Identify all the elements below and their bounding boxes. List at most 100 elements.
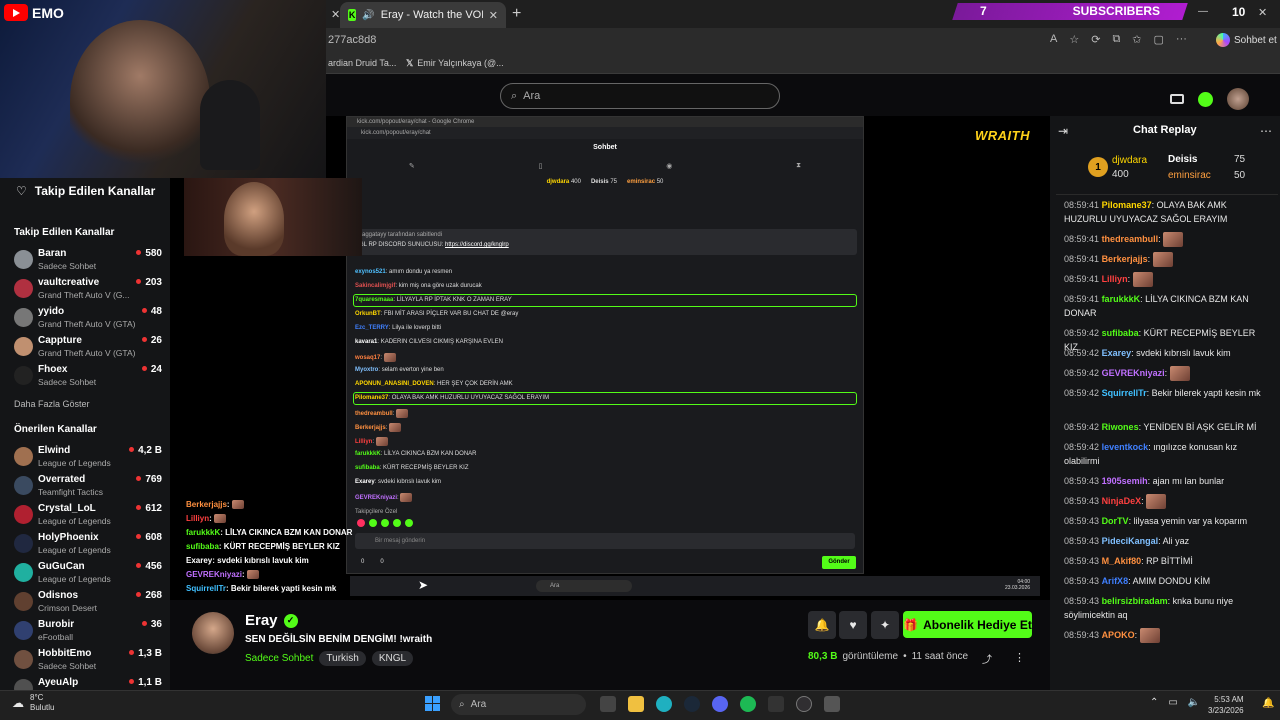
spotify-icon[interactable] <box>740 696 756 712</box>
message-username[interactable]: sufibaba <box>1102 328 1139 338</box>
discord-icon[interactable] <box>712 696 728 712</box>
message-username[interactable]: NinjaDeX <box>1102 496 1142 506</box>
popout-username[interactable]: Sakincalimjgif <box>355 283 395 289</box>
clock[interactable]: 5:53 AM 3/23/2026 <box>1208 694 1244 716</box>
message-username[interactable]: thedreambull <box>1102 234 1159 244</box>
taskbar-search[interactable]: ⌕ Ara <box>451 694 586 715</box>
sidebar-channel[interactable]: Crystal_LoL League of Legends 612 <box>14 503 162 531</box>
pinned-link[interactable]: https://discord.gg/knglrp <box>445 242 509 248</box>
popout-send-button[interactable]: Gönder <box>822 556 856 569</box>
volume-icon[interactable]: 🔈 <box>1188 697 1200 708</box>
sidebar-channel[interactable]: Fhoex Sadece Sohbet 24 <box>14 364 162 392</box>
sidebar-channel[interactable]: Cappture Grand Theft Auto V (GTA) 26 <box>14 335 162 363</box>
obs-icon[interactable] <box>796 696 812 712</box>
start-button[interactable] <box>425 696 440 711</box>
sidebar-channel[interactable]: Overrated Teamfight Tactics 769 <box>14 474 162 502</box>
streamer-avatar[interactable] <box>192 612 234 654</box>
message-username[interactable]: Exarey <box>1102 348 1132 358</box>
search-input[interactable]: ⌕ Ara <box>500 83 780 109</box>
extensions-icon[interactable]: ⧉ <box>1112 33 1120 46</box>
message-username[interactable]: SquirrellTr <box>1102 388 1147 398</box>
streamer-name[interactable]: Eray <box>245 612 278 629</box>
network-icon[interactable]: ▭ <box>1168 697 1177 708</box>
tag-kngl[interactable]: KNGL <box>371 651 414 666</box>
show-more-link[interactable]: Daha Fazla Göster <box>14 399 90 409</box>
popout-username[interactable]: APONUN_ANASINI_DOVEN <box>355 381 434 387</box>
message-username[interactable]: belirsizbiradam <box>1102 596 1168 606</box>
sidebar-channel[interactable]: GuGuCan League of Legends 456 <box>14 561 162 589</box>
emote-5[interactable] <box>405 519 413 527</box>
pin-icon[interactable]: ✎ <box>409 162 415 170</box>
terminal-icon[interactable] <box>768 696 784 712</box>
followed-header[interactable]: ♡ Takip Edilen Kanallar <box>16 184 155 198</box>
popout-message-input[interactable]: Bir mesaj gönderin <box>355 533 855 549</box>
popout-username[interactable]: OrkunBT <box>355 311 381 317</box>
url-text[interactable]: 277ac8d8 <box>328 34 376 46</box>
trash-icon[interactable]: ▯ <box>539 162 543 170</box>
sidebar-channel[interactable]: HolyPhoenix League of Legends 608 <box>14 532 162 560</box>
chat-icon[interactable]: ◉ <box>666 162 672 170</box>
theater-icon[interactable] <box>1170 94 1184 104</box>
emote-1[interactable] <box>357 519 365 527</box>
close-window-icon[interactable]: ✕ <box>1258 6 1267 19</box>
more-menu-icon[interactable]: ··· <box>1176 33 1187 46</box>
close-tab-icon-left[interactable]: ✕ <box>331 8 340 21</box>
bookmark-2[interactable]: 𝕏 Emir Yalçınkaya (@... <box>406 58 504 69</box>
emote-3[interactable] <box>381 519 389 527</box>
message-username[interactable]: GEVREKniyazi <box>1102 368 1165 378</box>
minimize-icon[interactable]: — <box>1198 6 1208 17</box>
tab-eray-vod[interactable]: K 🔊 Eray - Watch the VOD on Kick ✕ <box>340 2 506 28</box>
message-username[interactable]: Pilomane37 <box>1102 200 1152 210</box>
popout-username[interactable]: Pilomane37 <box>355 395 388 401</box>
hourglass-icon[interactable]: ⧗ <box>796 162 801 170</box>
popout-username[interactable]: exynos521 <box>355 269 386 275</box>
message-username[interactable]: Berkerjajjs <box>1102 254 1148 264</box>
bookmark-1[interactable]: ardian Druid Ta... <box>328 58 396 68</box>
emote-2[interactable] <box>369 519 377 527</box>
popout-username[interactable]: Exarey <box>355 479 375 485</box>
share-icon[interactable]: ⤴ <box>982 651 992 666</box>
weather-widget[interactable]: ☁ 8°C Bulutlu <box>12 693 54 713</box>
refresh-icon[interactable]: ⟳ <box>1091 33 1100 46</box>
edge-icon[interactable] <box>656 696 672 712</box>
notification-bell-button[interactable]: 🔔 <box>808 611 836 639</box>
popout-username[interactable]: Ezc_TERRY <box>355 325 389 331</box>
favorites-icon[interactable]: ✩ <box>1132 33 1141 46</box>
popout-username[interactable]: sufibaba <box>355 465 380 471</box>
sparkle-button[interactable]: ✦ <box>871 611 899 639</box>
user-avatar[interactable] <box>1227 88 1249 110</box>
message-username[interactable]: farukkkK <box>1102 294 1141 304</box>
popout-username[interactable]: Lilliyn <box>355 439 372 445</box>
popout-username[interactable]: Myoxtro <box>355 367 378 373</box>
read-aloud-icon[interactable]: A <box>1050 33 1057 46</box>
task-view-icon[interactable] <box>600 696 616 712</box>
follow-button[interactable]: ♥ <box>839 611 867 639</box>
category-link[interactable]: Sadece Sohbet <box>245 653 313 664</box>
chat-options-icon[interactable]: ⋯ <box>1260 124 1272 138</box>
steam-icon[interactable] <box>684 696 700 712</box>
message-username[interactable]: APOKO <box>1102 630 1135 640</box>
tray-chevron-icon[interactable]: ⌃ <box>1150 697 1158 708</box>
popout-username[interactable]: farukkkK <box>355 451 381 457</box>
message-username[interactable]: Riwones <box>1102 422 1139 432</box>
tag-turkish[interactable]: Turkish <box>319 651 366 666</box>
message-username[interactable]: DorTV <box>1102 516 1129 526</box>
gift-sub-button[interactable]: 🎁 Abonelik Hediye Et <box>903 611 1032 638</box>
collapse-chat-icon[interactable]: ⇥ <box>1058 124 1068 138</box>
sidebar-channel[interactable]: HobbitEmo Sadece Sohbet 1,3 B <box>14 648 162 676</box>
message-username[interactable]: Lilliyn <box>1102 274 1128 284</box>
file-explorer-icon[interactable] <box>628 696 644 712</box>
message-username[interactable]: leventkock <box>1102 442 1149 452</box>
message-username[interactable]: ArifX8 <box>1102 576 1129 586</box>
popout-username[interactable]: Berkerjajjs <box>355 425 386 431</box>
sidebar-channel[interactable]: vaultcreative Grand Theft Auto V (G... 203 <box>14 277 162 305</box>
popout-username[interactable]: kavara1 <box>355 339 377 345</box>
popout-username[interactable]: thedreambull <box>355 411 393 417</box>
popout-username[interactable]: 7quaresmaaa <box>355 297 393 303</box>
collections-icon[interactable]: ▢ <box>1154 33 1164 46</box>
message-username[interactable]: M_Akif80 <box>1102 556 1142 566</box>
message-username[interactable]: 1905semih <box>1102 476 1148 486</box>
notification-icon[interactable]: 🔔 <box>1262 698 1274 709</box>
popout-username[interactable]: GEVREKniyazi <box>355 495 397 501</box>
calculator-icon[interactable] <box>824 696 840 712</box>
